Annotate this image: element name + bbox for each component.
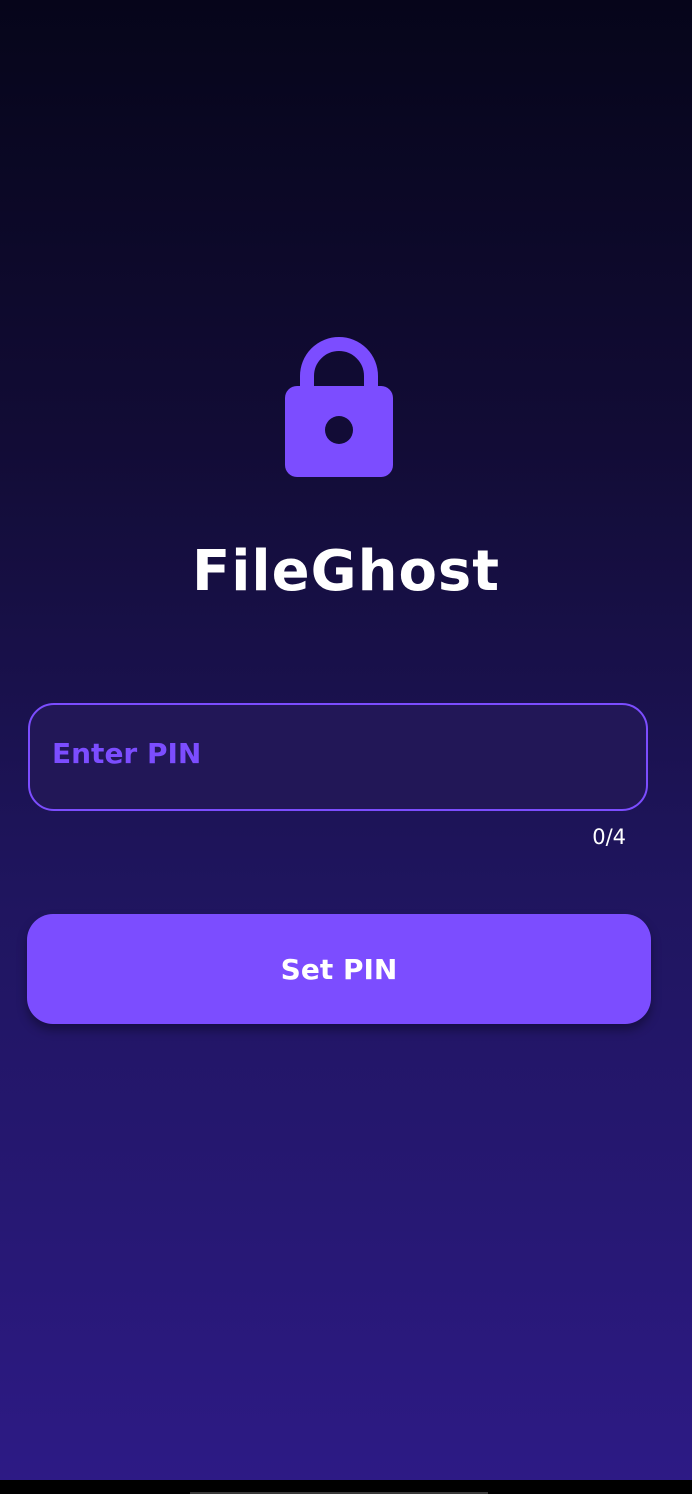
lock-icon xyxy=(285,337,393,477)
pin-setup-screen: FileGhost 0/4 Set PIN xyxy=(0,0,692,1480)
pin-field[interactable] xyxy=(28,703,648,811)
app-title: FileGhost xyxy=(191,539,501,604)
pin-character-counter: 0/4 xyxy=(592,825,626,849)
system-navigation-bar xyxy=(0,1480,692,1494)
set-pin-button[interactable]: Set PIN xyxy=(27,914,651,1024)
pin-input[interactable] xyxy=(52,705,622,809)
